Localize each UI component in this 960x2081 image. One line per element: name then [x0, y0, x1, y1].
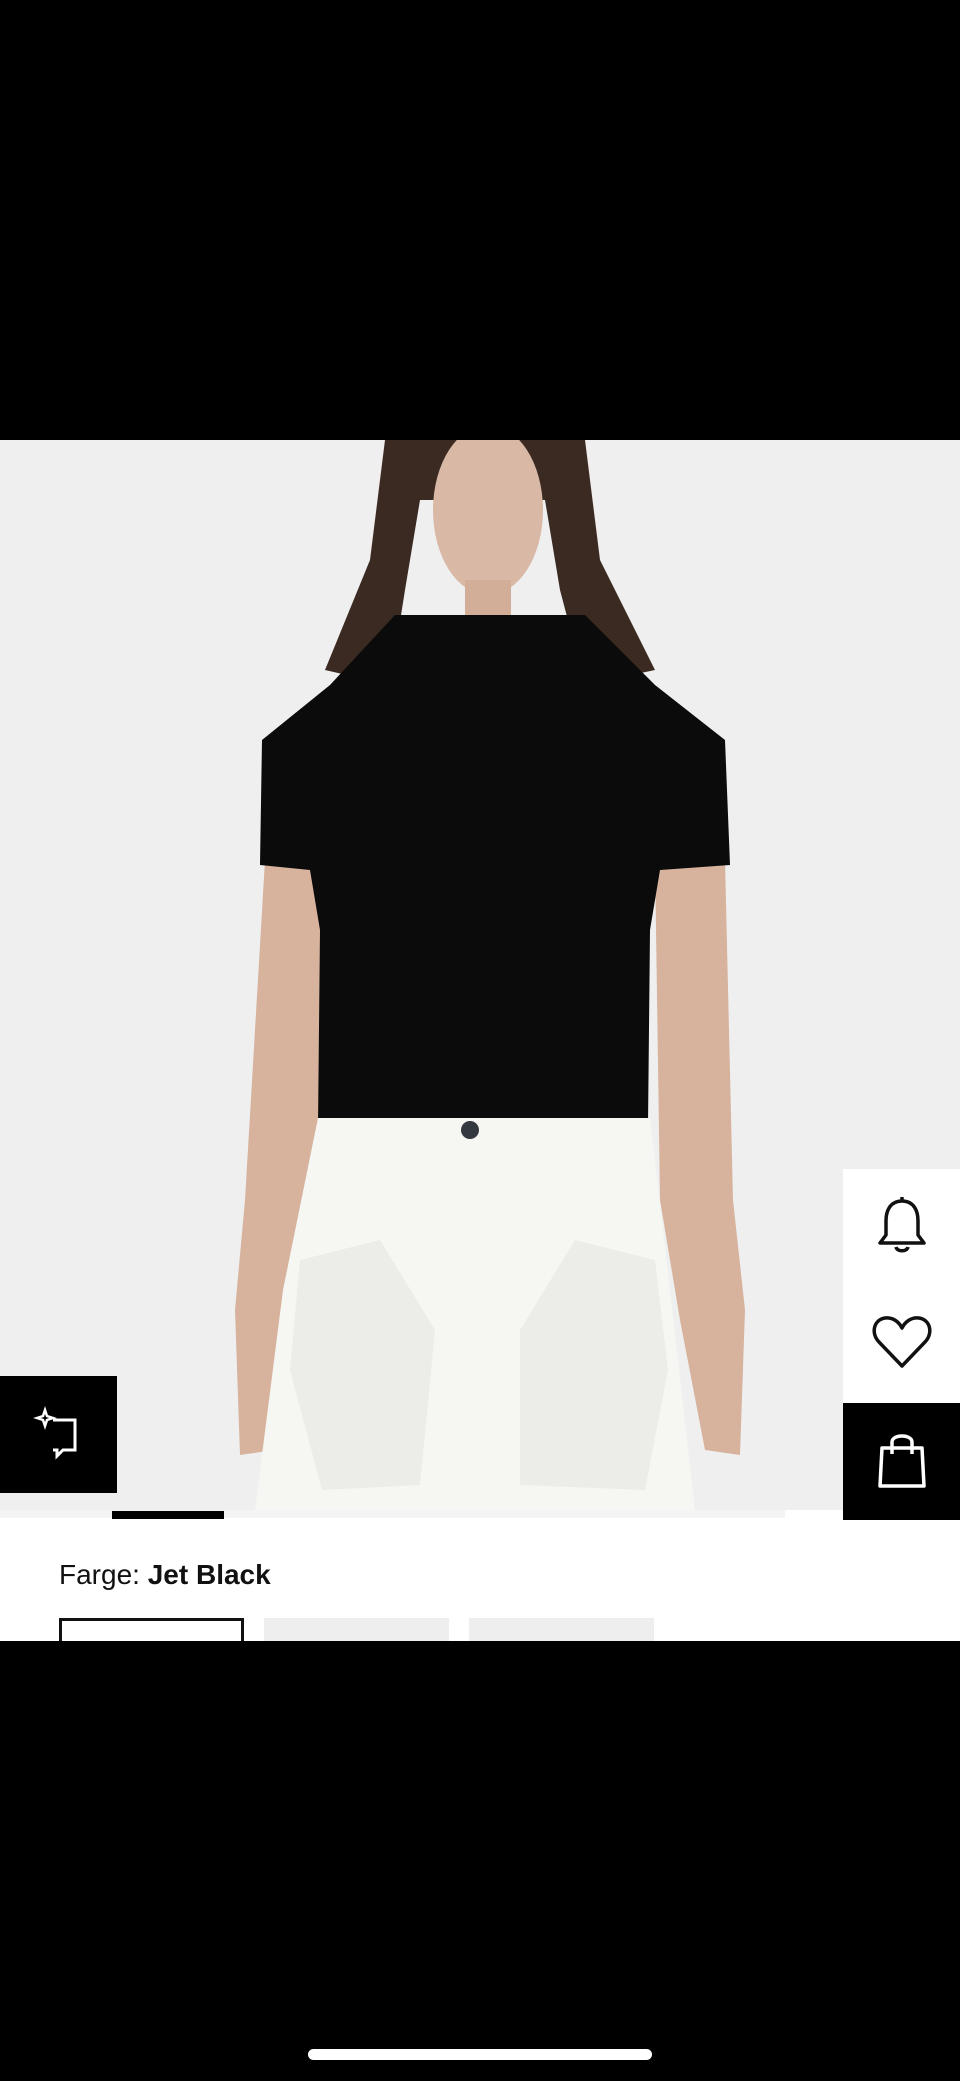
carousel-active-indicator [112, 1511, 224, 1519]
heart-icon [871, 1314, 933, 1375]
sparkle-frame-icon [31, 1404, 87, 1465]
wishlist-button[interactable] [843, 1286, 960, 1403]
find-similar-button[interactable] [0, 1376, 117, 1493]
color-label-value: Jet Black [147, 1559, 271, 1590]
shopping-bag-icon [876, 1428, 928, 1495]
product-detail-page: Farge: Jet Black [0, 440, 960, 1641]
color-label-key: Farge: [59, 1559, 140, 1590]
color-swatch-jet-black[interactable] [59, 1618, 244, 1641]
bell-icon [876, 1195, 928, 1260]
color-swatch-2[interactable] [264, 1618, 449, 1641]
product-photo-illustration [0, 440, 960, 1510]
notify-button[interactable] [843, 1169, 960, 1286]
top-black-area [0, 0, 960, 440]
home-indicator[interactable] [308, 2049, 652, 2060]
product-image[interactable] [0, 440, 960, 1510]
add-to-bag-button[interactable] [843, 1403, 960, 1520]
color-swatch-3[interactable] [469, 1618, 654, 1641]
side-action-bar [843, 1169, 960, 1520]
color-label: Farge: Jet Black [59, 1559, 271, 1591]
